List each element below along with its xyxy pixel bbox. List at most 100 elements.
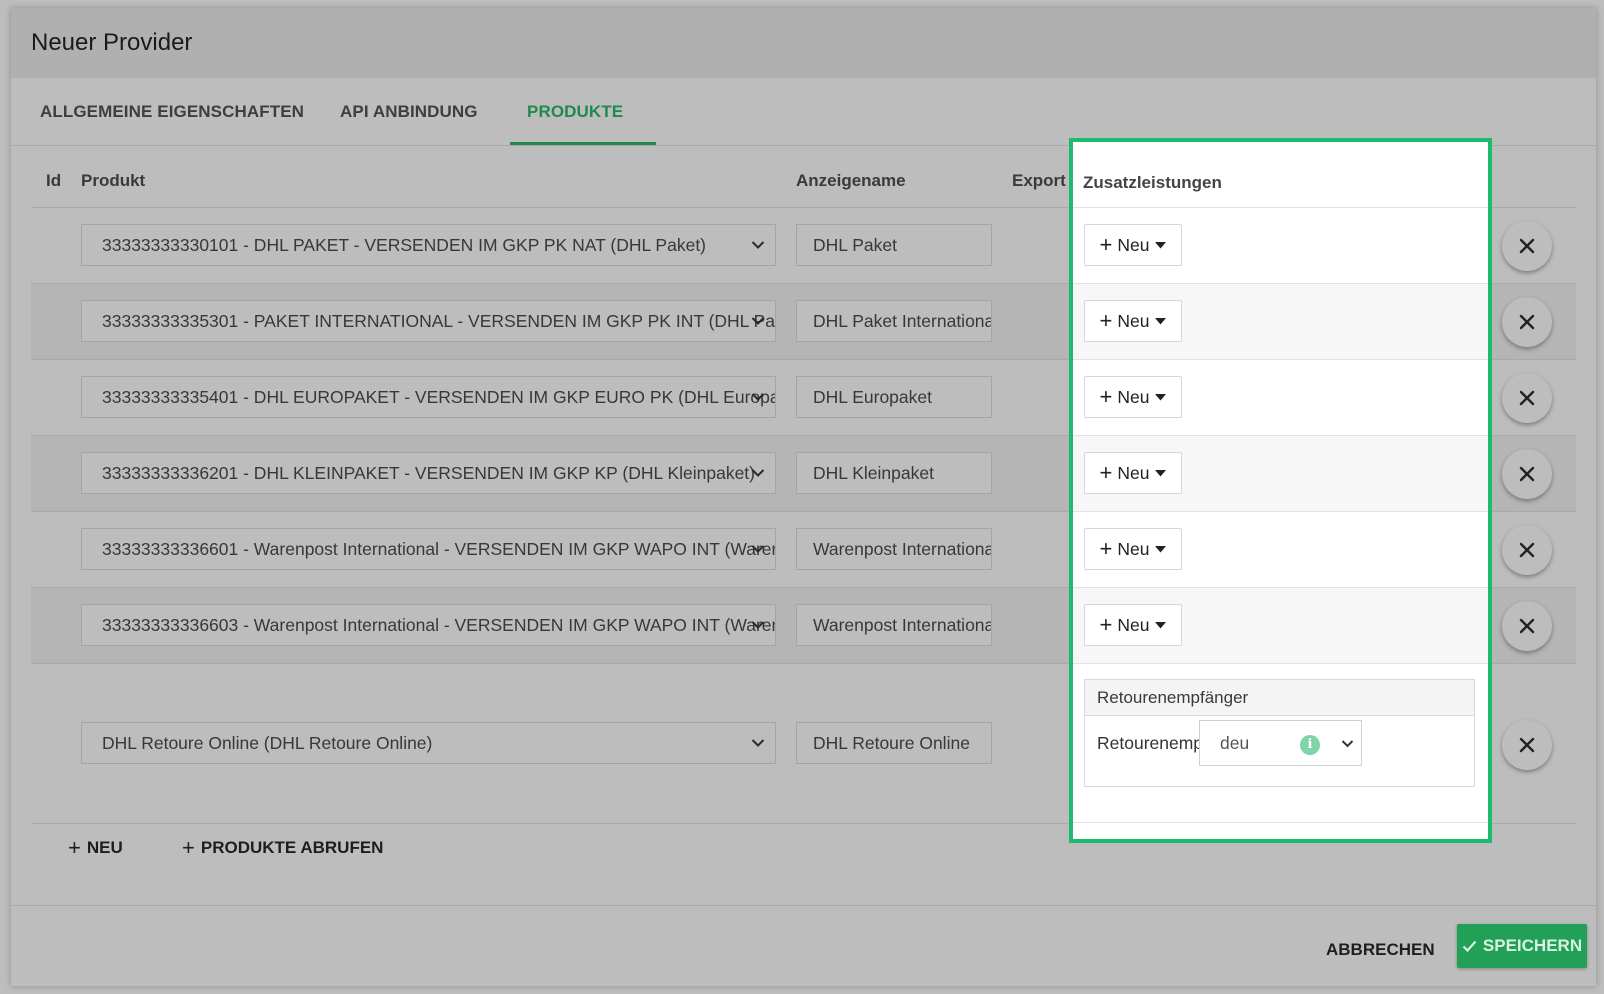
save-button-label: SPEICHERN xyxy=(1482,936,1583,955)
zusatz-cell: + Neu xyxy=(1073,587,1488,663)
check-icon xyxy=(1462,940,1477,952)
button-label: Neu xyxy=(1117,310,1150,331)
chevron-down-icon xyxy=(747,225,769,265)
remove-row-button[interactable] xyxy=(1502,601,1552,651)
column-header-produkt: Produkt xyxy=(81,171,146,190)
button-label: Neu xyxy=(1117,386,1150,407)
chevron-down-icon xyxy=(747,723,769,763)
display-name-input[interactable]: DHL Europaket xyxy=(796,376,992,418)
button-label: Neu xyxy=(1117,234,1150,255)
zusatz-cell: + Neu xyxy=(1073,207,1488,283)
plus-icon: + xyxy=(182,835,195,860)
caret-down-icon xyxy=(1155,393,1167,400)
display-name-input[interactable]: Warenpost International xyxy=(796,604,992,646)
plus-icon: + xyxy=(68,835,81,860)
display-name-input[interactable]: DHL Kleinpaket xyxy=(796,452,992,494)
remove-row-button[interactable] xyxy=(1502,720,1552,770)
display-name-input[interactable]: DHL Retoure Online xyxy=(796,722,992,764)
column-header-export: Export xyxy=(1012,171,1066,190)
dialog-title: Neuer Provider xyxy=(31,29,193,56)
add-zusatzleistung-button[interactable]: + Neu xyxy=(1084,224,1182,266)
add-product-button[interactable]: + NEU xyxy=(68,828,123,868)
zusatz-cell: + Neu xyxy=(1073,435,1488,511)
product-select[interactable]: 33333333336601 - Warenpost International… xyxy=(81,528,776,570)
product-select[interactable]: 33333333330101 - DHL PAKET - VERSENDEN I… xyxy=(81,224,776,266)
product-select[interactable]: 33333333335401 - DHL EUROPAKET - VERSEND… xyxy=(81,376,776,418)
info-icon[interactable]: i xyxy=(1300,735,1320,755)
close-icon xyxy=(1519,737,1535,753)
fetch-products-button[interactable]: + PRODUKTE ABRUFEN xyxy=(182,828,383,868)
display-name-input[interactable]: DHL Paket xyxy=(796,224,992,266)
zusatz-cell: + Neu xyxy=(1073,283,1488,359)
close-icon xyxy=(1519,238,1535,254)
product-select-value: DHL Retoure Online (DHL Retoure Online) xyxy=(102,733,433,753)
button-label: Neu xyxy=(1117,462,1150,483)
active-tab-indicator xyxy=(510,142,656,145)
dialog-header: Neuer Provider xyxy=(11,8,1596,78)
chevron-down-icon xyxy=(1339,721,1355,765)
remove-row-button[interactable] xyxy=(1502,297,1552,347)
caret-down-icon xyxy=(1155,469,1167,476)
plus-icon: + xyxy=(1099,308,1113,333)
zusatzleistungen-column: Zusatzleistungen + Neu + Neu + Neu + Neu + Ne… xyxy=(1069,138,1492,843)
retourenempfaenger-panel: Retourenempfänger Retourenempfänger deu … xyxy=(1084,679,1475,787)
display-name-input[interactable]: Warenpost International xyxy=(796,528,992,570)
column-header-id: Id xyxy=(46,171,62,190)
button-label: Neu xyxy=(1117,538,1150,559)
display-name-input[interactable]: DHL Paket International xyxy=(796,300,992,342)
product-select[interactable]: 33333333336201 - DHL KLEINPAKET - VERSEN… xyxy=(81,452,776,494)
caret-down-icon xyxy=(1155,317,1167,324)
retourenempfaenger-panel-title: Retourenempfänger xyxy=(1085,680,1474,716)
retourenempfaenger-select[interactable]: deu i xyxy=(1199,720,1362,766)
cancel-button[interactable]: ABBRECHEN xyxy=(1326,940,1435,960)
add-zusatzleistung-button[interactable]: + Neu xyxy=(1084,604,1182,646)
product-select-value: 33333333336201 - DHL KLEINPAKET - VERSEN… xyxy=(102,463,755,483)
column-header-anzeigename: Anzeigename xyxy=(796,171,906,190)
remove-row-button[interactable] xyxy=(1502,449,1552,499)
add-product-label: NEU xyxy=(86,838,123,857)
remove-row-button[interactable] xyxy=(1502,525,1552,575)
product-select-value: 33333333335401 - DHL EUROPAKET - VERSEND… xyxy=(102,387,776,407)
chevron-down-icon xyxy=(747,301,769,341)
add-zusatzleistung-button[interactable]: + Neu xyxy=(1084,528,1182,570)
plus-icon: + xyxy=(1099,612,1113,637)
caret-down-icon xyxy=(1155,621,1167,628)
product-select[interactable]: 33333333335301 - PAKET INTERNATIONAL - V… xyxy=(81,300,776,342)
chevron-down-icon xyxy=(747,605,769,645)
product-select[interactable]: DHL Retoure Online (DHL Retoure Online) xyxy=(81,722,776,764)
plus-icon: + xyxy=(1099,384,1113,409)
plus-icon: + xyxy=(1099,536,1113,561)
caret-down-icon xyxy=(1155,241,1167,248)
plus-icon: + xyxy=(1099,232,1113,257)
add-zusatzleistung-button[interactable]: + Neu xyxy=(1084,300,1182,342)
chevron-down-icon xyxy=(747,453,769,493)
close-icon xyxy=(1519,542,1535,558)
product-select-value: 33333333336601 - Warenpost International… xyxy=(102,539,775,559)
tab-api-anbindung[interactable]: API ANBINDUNG xyxy=(340,78,478,146)
retourenempfaenger-value: deu xyxy=(1220,733,1250,753)
product-select-value: 33333333330101 - DHL PAKET - VERSENDEN I… xyxy=(102,235,707,255)
product-select-value: 33333333336603 - Warenpost International… xyxy=(102,615,775,635)
tab-bar: ALLGEMEINE EIGENSCHAFTEN API ANBINDUNG P… xyxy=(11,78,1596,146)
retourenempfaenger-label: Retourenempfänger xyxy=(1097,733,1201,753)
add-zusatzleistung-button[interactable]: + Neu xyxy=(1084,376,1182,418)
fetch-products-label: PRODUKTE ABRUFEN xyxy=(200,838,384,857)
tab-allgemeine-eigenschaften[interactable]: ALLGEMEINE EIGENSCHAFTEN xyxy=(40,78,304,146)
chevron-down-icon xyxy=(747,529,769,569)
button-label: Neu xyxy=(1117,614,1150,635)
column-header-zusatzleistungen: Zusatzleistungen xyxy=(1083,173,1222,192)
zusatz-cell: + Neu xyxy=(1073,359,1488,435)
add-zusatzleistung-button[interactable]: + Neu xyxy=(1084,452,1182,494)
chevron-down-icon xyxy=(747,377,769,417)
close-icon xyxy=(1519,466,1535,482)
caret-down-icon xyxy=(1155,545,1167,552)
product-select-value: 33333333335301 - PAKET INTERNATIONAL - V… xyxy=(102,311,776,331)
save-button[interactable]: SPEICHERN xyxy=(1457,924,1587,968)
zusatz-cell: + Neu xyxy=(1073,511,1488,587)
remove-row-button[interactable] xyxy=(1502,373,1552,423)
close-icon xyxy=(1519,618,1535,634)
product-select[interactable]: 33333333336603 - Warenpost International… xyxy=(81,604,776,646)
plus-icon: + xyxy=(1099,460,1113,485)
tab-produkte[interactable]: PRODUKTE xyxy=(527,78,623,146)
remove-row-button[interactable] xyxy=(1502,221,1552,271)
